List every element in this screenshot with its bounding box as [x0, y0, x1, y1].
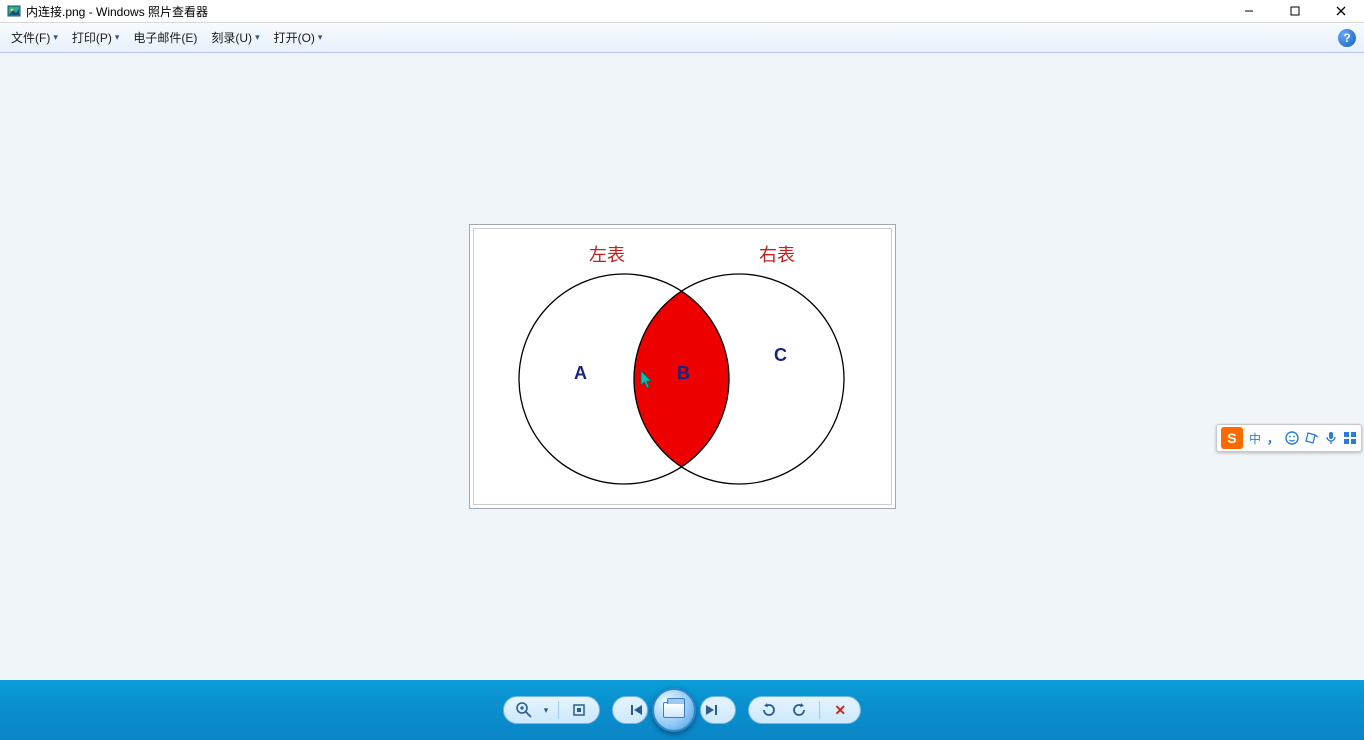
menu-open[interactable]: 打开(O)▾: [267, 24, 330, 51]
menubar: 文件(F)▾ 打印(P)▾ 电子邮件(E) 刻录(U)▾ 打开(O)▾ ?: [0, 23, 1364, 53]
zoom-group: ▾: [503, 696, 601, 724]
right-table-label: 右表: [759, 245, 795, 265]
note-icon[interactable]: [1305, 431, 1319, 445]
nav-group: [612, 696, 648, 724]
close-icon: ✕: [834, 702, 846, 719]
left-table-label: 左表: [589, 245, 625, 265]
image-viewport[interactable]: 左表 右表 A B C: [0, 53, 1364, 680]
slideshow-icon: [663, 702, 685, 718]
chevron-down-icon: ▾: [53, 32, 58, 43]
menu-file[interactable]: 文件(F)▾: [4, 24, 65, 51]
mic-icon[interactable]: [1325, 431, 1337, 445]
menu-print[interactable]: 打印(P)▾: [65, 24, 127, 51]
menu-burn[interactable]: 刻录(U)▾: [204, 24, 266, 51]
minimize-button[interactable]: [1226, 0, 1272, 23]
rotate-cw-button[interactable]: [789, 700, 809, 720]
ime-toolbar[interactable]: S 中 ，: [1216, 424, 1362, 452]
delete-button[interactable]: ✕: [830, 700, 850, 720]
region-c-label: C: [774, 345, 787, 365]
menu-email[interactable]: 电子邮件(E): [126, 24, 204, 51]
rotate-ccw-button[interactable]: [759, 700, 779, 720]
previous-button[interactable]: [627, 700, 647, 720]
titlebar: 内连接.png - Windows 照片查看器: [0, 0, 1364, 23]
actual-size-button[interactable]: [569, 700, 589, 720]
grid-icon[interactable]: [1343, 431, 1357, 445]
next-button[interactable]: [701, 700, 721, 720]
nav-group-2: [700, 696, 736, 724]
chevron-down-icon: ▾: [115, 32, 120, 43]
region-a-label: A: [574, 363, 587, 383]
region-b-label: B: [677, 363, 690, 383]
emoji-icon[interactable]: [1285, 431, 1299, 445]
sogou-icon[interactable]: S: [1221, 427, 1243, 449]
help-button[interactable]: ?: [1338, 29, 1356, 47]
chevron-down-icon: ▾: [255, 32, 260, 43]
image-content: 左表 右表 A B C: [473, 228, 892, 505]
image-frame: 左表 右表 A B C: [469, 224, 896, 509]
slideshow-button[interactable]: [652, 688, 696, 732]
chevron-down-icon[interactable]: ▾: [544, 705, 549, 716]
window-title: 内连接.png - Windows 照片查看器: [26, 3, 208, 20]
chevron-down-icon: ▾: [318, 32, 323, 43]
close-button[interactable]: [1318, 0, 1364, 23]
zoom-button[interactable]: [514, 700, 534, 720]
rotate-group: ✕: [748, 696, 861, 724]
app-icon: [6, 3, 22, 19]
maximize-button[interactable]: [1272, 0, 1318, 23]
bottom-toolbar: ▾ ✕: [0, 680, 1364, 740]
ime-punct[interactable]: ，: [1267, 430, 1279, 447]
ime-lang[interactable]: 中: [1249, 430, 1261, 447]
